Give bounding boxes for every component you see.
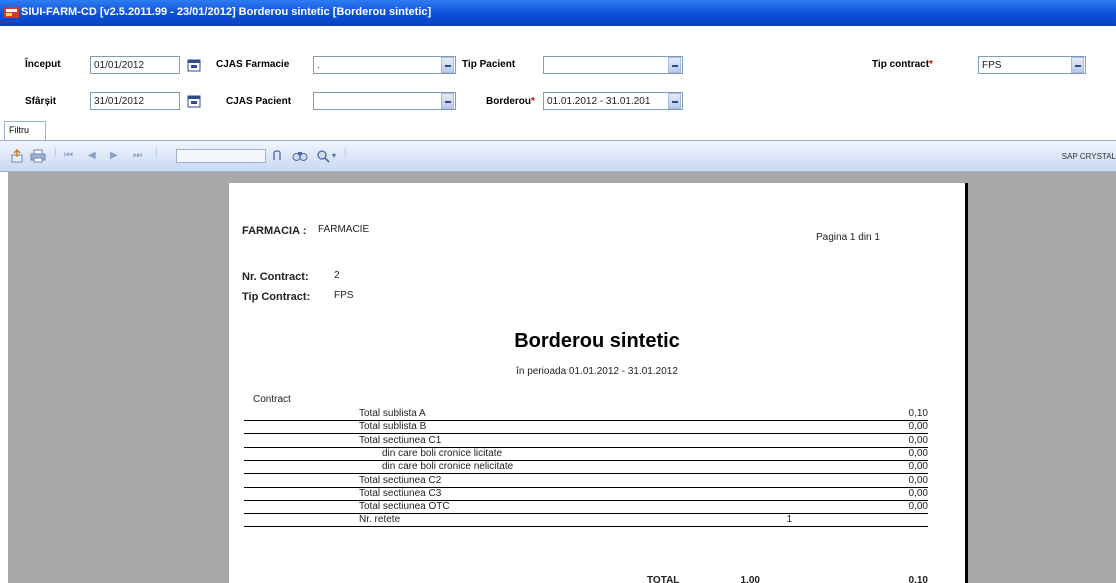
cjas-pacient-select[interactable]	[313, 92, 456, 110]
required-mark: *	[531, 96, 535, 107]
total-value: 0,10	[908, 575, 928, 583]
sfarsit-label: Sfârșit	[25, 96, 57, 107]
sap-crystal-brand: SAP CRYSTAL	[1061, 152, 1116, 161]
zoom-icon[interactable]	[316, 149, 330, 163]
report-period: în perioada 01.01.2012 - 31.01.2012	[516, 366, 678, 377]
required-mark: *	[929, 59, 933, 70]
table-row: Total sectiunea C1 0,00	[244, 435, 928, 448]
inceput-label: Început	[25, 59, 61, 70]
row-value: 0,00	[908, 447, 928, 459]
table-row: Total sectiunea C2 0,00	[244, 475, 928, 488]
borderou-select[interactable]: 01.01.2012 - 31.01.201	[543, 92, 683, 110]
last-page-icon[interactable]: ⏭	[133, 150, 142, 161]
farmacia-value: FARMACIE	[318, 224, 370, 235]
toolbar-separator: |	[54, 147, 57, 158]
row-value: 0,10	[908, 408, 928, 419]
row-label: Nr. retete	[359, 514, 401, 526]
toolbar-separator: |	[344, 147, 347, 158]
page-info: Pagina 1 din 1	[816, 232, 880, 243]
page-number-input[interactable]	[176, 149, 266, 163]
filter-panel: Început 01/01/2012 CJAS Farmacie . Tip P…	[0, 26, 1116, 120]
calendar-icon[interactable]	[187, 94, 201, 108]
table-row: din care boli cronice nelicitate 0,00	[244, 461, 928, 475]
borderou-label: Borderou*	[486, 96, 535, 107]
tip-contract-select[interactable]: FPS	[978, 56, 1086, 74]
tip-contract-dropdown-button[interactable]	[1071, 57, 1084, 73]
window-title: SIUI-FARM-CD [v2.5.2011.99 - 23/01/2012]…	[21, 6, 432, 18]
tab-strip: Filtru	[0, 120, 1116, 141]
print-icon[interactable]	[30, 149, 46, 163]
total-row: TOTAL 1,00 0,10	[244, 575, 928, 583]
total-mid-value: 1,00	[740, 575, 760, 583]
calendar-icon[interactable]	[187, 58, 201, 72]
export-icon[interactable]	[10, 149, 24, 163]
toolbar-separator: |	[155, 147, 158, 158]
cjas-pacient-dropdown-button[interactable]	[441, 93, 454, 109]
tip-contract-report-value: FPS	[334, 290, 354, 301]
row-label: Total sublista B	[359, 421, 427, 433]
nr-contract-label: Nr. Contract:	[242, 271, 309, 283]
first-page-icon[interactable]: ⏮	[64, 150, 73, 161]
row-value: 0,00	[908, 421, 928, 433]
table-row: Total sectiunea C3 0,00	[244, 488, 928, 501]
cjas-farmacie-dropdown-button[interactable]	[441, 57, 454, 73]
table-row: Total sublista A 0,10	[244, 408, 928, 421]
row-label: Total sectiunea C1	[359, 434, 442, 446]
tip-contract-label: Tip contract*	[872, 59, 933, 70]
goto-page-icon[interactable]	[272, 150, 282, 162]
row-label: din care boli cronice nelicitate	[382, 461, 514, 473]
sfarsit-date-field[interactable]: 31/01/2012	[90, 92, 180, 110]
tip-pacient-select[interactable]	[543, 56, 683, 74]
row-mid-value: 1	[786, 514, 792, 526]
report-title: Borderou sintetic	[514, 330, 680, 352]
row-value: 0,00	[908, 434, 928, 446]
borderou-dropdown-button[interactable]	[668, 93, 681, 109]
row-label: Total sectiunea OTC	[359, 501, 450, 513]
inceput-date-field[interactable]: 01/01/2012	[90, 56, 180, 74]
cjas-farmacie-label: CJAS Farmacie	[216, 59, 290, 70]
row-label: din care boli cronice licitate	[382, 447, 503, 459]
total-label: TOTAL	[647, 575, 680, 583]
table-row: Nr. retete 1	[244, 514, 928, 528]
report-page: FARMACIA : FARMACIE Pagina 1 din 1 Nr. C…	[229, 183, 965, 583]
zoom-dropdown-icon[interactable]: ▾	[332, 151, 336, 160]
cjas-farmacie-select[interactable]: .	[313, 56, 456, 74]
row-value: 0,00	[908, 461, 928, 473]
report-viewer[interactable]: FARMACIA : FARMACIE Pagina 1 din 1 Nr. C…	[8, 172, 1116, 583]
app-icon	[4, 7, 19, 18]
row-value: 0,00	[908, 487, 928, 499]
report-toolbar: | ⏮ ◀ ▶ ⏭ | ▾ | SAP CRYSTAL	[0, 141, 1116, 172]
window-titlebar[interactable]: SIUI-FARM-CD [v2.5.2011.99 - 23/01/2012]…	[0, 0, 1116, 26]
row-label: Total sectiunea C2	[359, 474, 442, 486]
previous-page-icon[interactable]: ◀	[88, 150, 96, 161]
farmacia-label: FARMACIA :	[242, 225, 307, 237]
borderou-label-text: Borderou	[486, 96, 531, 107]
find-icon[interactable]	[292, 149, 308, 163]
tip-contract-label-text: Tip contract	[872, 59, 930, 70]
tip-contract-report-label: Tip Contract:	[242, 291, 311, 303]
row-label: Total sublista A	[359, 408, 426, 419]
section-label: Contract	[253, 394, 291, 405]
table-row: Total sectiunea OTC 0,00	[244, 501, 928, 515]
tip-pacient-label: Tip Pacient	[462, 59, 516, 70]
row-label: Total sectiunea C3	[359, 487, 442, 499]
tip-pacient-dropdown-button[interactable]	[668, 57, 681, 73]
table-row: Total sublista B 0,00	[244, 421, 928, 435]
nr-contract-value: 2	[334, 270, 340, 281]
cjas-pacient-label: CJAS Pacient	[226, 96, 292, 107]
tab-filtru[interactable]: Filtru	[4, 121, 46, 140]
next-page-icon[interactable]: ▶	[110, 150, 118, 161]
row-value: 0,00	[908, 474, 928, 486]
table-row: din care boli cronice licitate 0,00	[244, 448, 928, 461]
row-value: 0,00	[908, 501, 928, 513]
